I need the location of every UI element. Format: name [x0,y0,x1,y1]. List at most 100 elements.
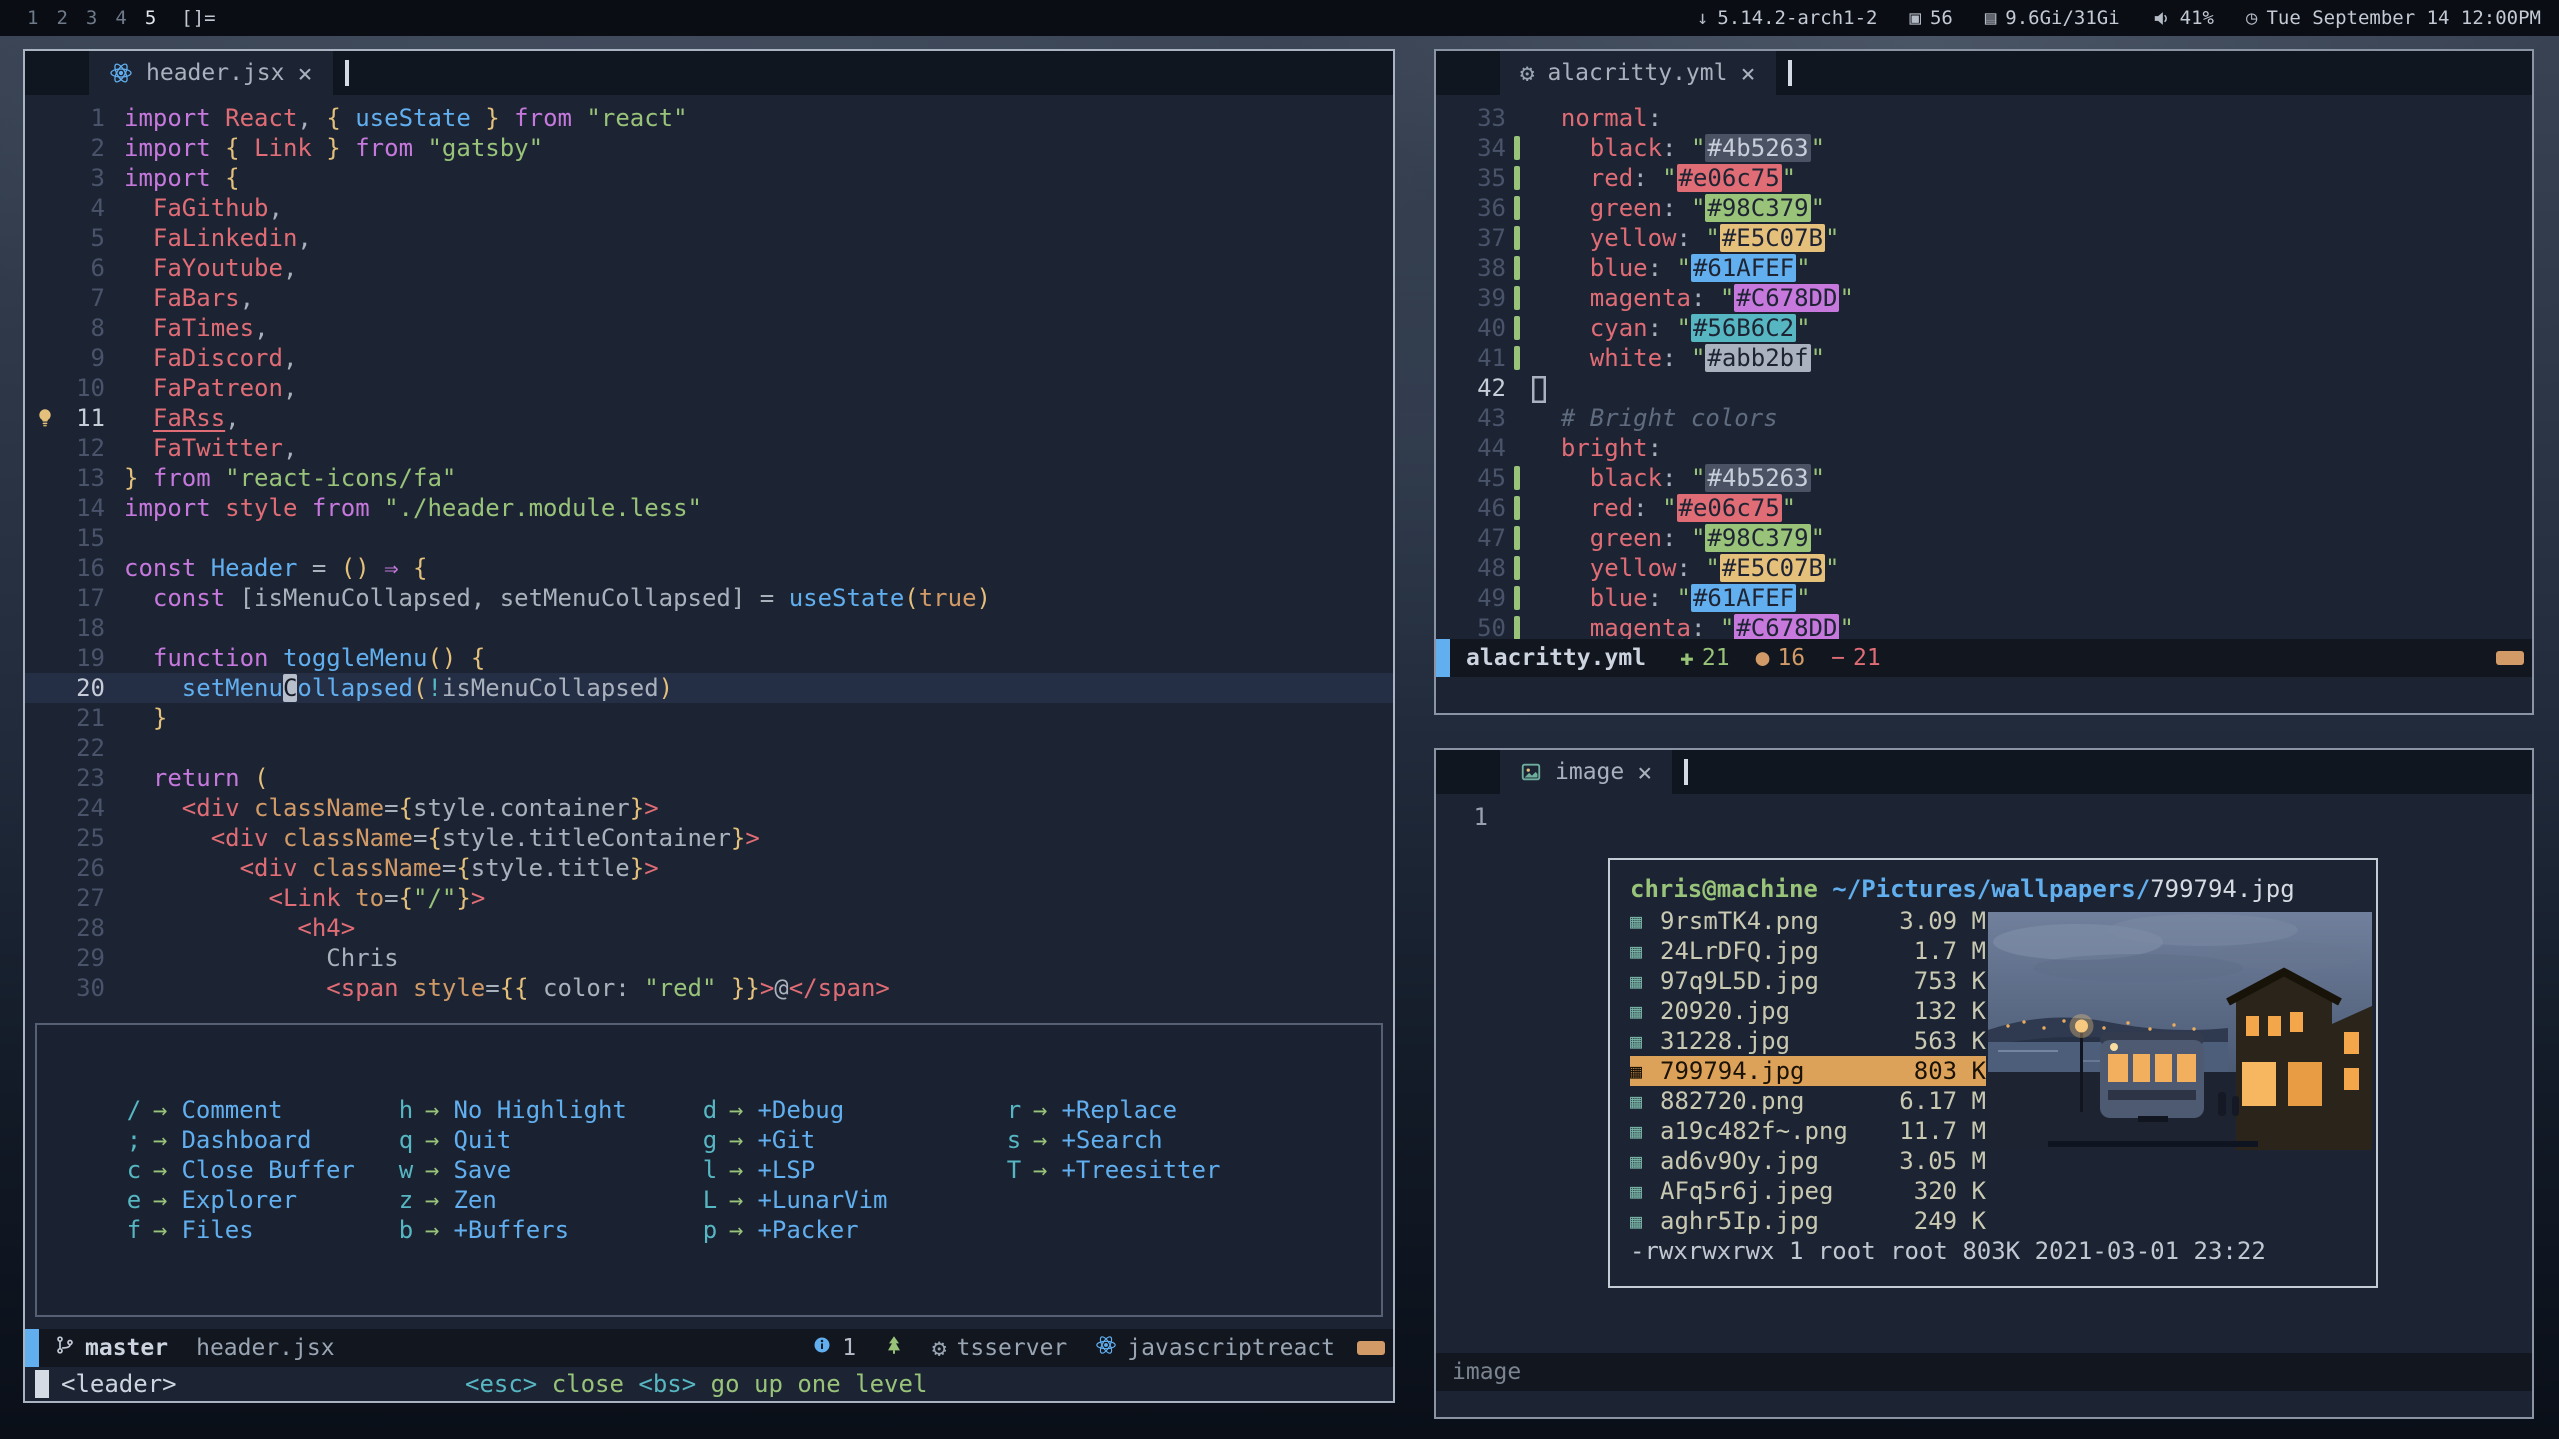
file-row[interactable]: ▦ad6v9Oy.jpg3.05 M [1630,1146,1986,1176]
whichkey-entry[interactable]: d→+Debug [701,1095,1005,1125]
file-row[interactable]: ▦20920.jpg132 K [1630,996,1986,1026]
whichkey-entry[interactable]: p→+Packer [701,1215,1005,1245]
whichkey-entry[interactable]: /→Comment [125,1095,397,1125]
git-changed-count: 16 [1777,645,1805,671]
file-row[interactable]: ▦24LrDFQ.jpg1.7 M [1630,936,1986,966]
whichkey-entry[interactable]: L→+LunarVim [701,1185,1005,1215]
code-line[interactable]: 28 <h4> [25,913,1393,943]
code-line[interactable]: 33 normal: [1436,103,2532,133]
code-line[interactable]: 23 return ( [25,763,1393,793]
whichkey-entry[interactable]: w→Save [397,1155,701,1185]
whichkey-entry[interactable]: l→+LSP [701,1155,1005,1185]
code-line[interactable]: 26 <div className={style.title}> [25,853,1393,883]
code-line[interactable]: 7 FaBars, [25,283,1393,313]
file-row[interactable]: ▦a19c482f~.png11.7 M [1630,1116,1986,1146]
code-line[interactable]: 18 [25,613,1393,643]
code-area-alacritty-yml[interactable]: 33 normal:34 black: "#4b5263"35 red: "#e… [1436,95,2532,639]
code-line[interactable]: 9 FaDiscord, [25,343,1393,373]
whichkey-entry[interactable]: b→+Buffers [397,1215,701,1245]
code-line[interactable]: 17 const [isMenuCollapsed, setMenuCollap… [25,583,1393,613]
code-line[interactable]: 11 FaRss, [25,403,1393,433]
workspace-3[interactable]: 3 [77,7,106,29]
file-row[interactable]: ▦882720.png6.17 M [1630,1086,1986,1116]
file-row[interactable]: ▦97q9L5D.jpg753 K [1630,966,1986,996]
code-line[interactable]: 47 green: "#98C379" [1436,523,2532,553]
code-line[interactable]: 4 FaGithub, [25,193,1393,223]
code-line[interactable]: 22 [25,733,1393,763]
code-line[interactable]: 40 cyan: "#56B6C2" [1436,313,2532,343]
file-row[interactable]: ▦9rsmTK4.png3.09 M [1630,906,1986,936]
file-row[interactable]: ▦799794.jpg803 K [1630,1056,1986,1086]
close-icon[interactable]: × [1637,758,1652,787]
tab-image[interactable]: image × [1500,750,1672,794]
workspace-1[interactable]: 1 [18,7,47,29]
code-line[interactable]: 38 blue: "#61AFEF" [1436,253,2532,283]
code-line[interactable]: 37 yellow: "#E5C07B" [1436,223,2532,253]
code-line[interactable]: 20 setMenuCollapsed(!isMenuCollapsed) [25,673,1393,703]
code-line[interactable]: 30 <span style={{ color: "red" }}>@</spa… [25,973,1393,1003]
code-line[interactable]: 27 <Link to={"/"}> [25,883,1393,913]
tab-alacritty-yml[interactable]: ⚙ alacritty.yml × [1500,51,1776,95]
code-line[interactable]: 49 blue: "#61AFEF" [1436,583,2532,613]
code-line[interactable]: 2import { Link } from "gatsby" [25,133,1393,163]
whichkey-entry[interactable]: r→+Replace [1005,1095,1381,1125]
code-line[interactable]: 39 magenta: "#C678DD" [1436,283,2532,313]
code-line[interactable]: 15 [25,523,1393,553]
code-line[interactable]: 3import { [25,163,1393,193]
close-icon[interactable]: × [297,59,312,88]
code-line[interactable]: 44 bright: [1436,433,2532,463]
code-line[interactable]: 24 <div className={style.container}> [25,793,1393,823]
whichkey-entry[interactable]: g→+Git [701,1125,1005,1155]
whichkey-entry[interactable]: c→Close Buffer [125,1155,397,1185]
gutter-sign [105,793,124,823]
whichkey-entry[interactable]: e→Explorer [125,1185,397,1215]
whichkey-entry[interactable]: ;→Dashboard [125,1125,397,1155]
code-line[interactable]: 35 red: "#e06c75" [1436,163,2532,193]
command-line[interactable] [1436,677,2532,713]
code-line[interactable]: 5 FaLinkedin, [25,223,1393,253]
code-line[interactable]: 29 Chris [25,943,1393,973]
cmdline-hint-part: close [537,1370,638,1398]
code-line[interactable]: 36 green: "#98C379" [1436,193,2532,223]
whichkey-entry[interactable]: q→Quit [397,1125,701,1155]
code-line[interactable]: 10 FaPatreon, [25,373,1393,403]
command-line[interactable]: <leader> <esc> close <bs> go up one leve… [25,1367,1393,1401]
code-line[interactable]: 43 # Bright colors [1436,403,2532,433]
terminal-content[interactable]: 1 chris@machine ~/Pictures/wallpapers/79… [1436,794,2532,1353]
whichkey-entry[interactable]: s→+Search [1005,1125,1381,1155]
whichkey-label: +Debug [757,1095,844,1125]
workspace-4[interactable]: 4 [106,7,135,29]
code-line[interactable]: 34 black: "#4b5263" [1436,133,2532,163]
code-line[interactable]: 41 white: "#abb2bf" [1436,343,2532,373]
code-line[interactable]: 42 [1436,373,2532,403]
file-row[interactable]: ▦31228.jpg563 K [1630,1026,1986,1056]
code-line[interactable]: 16const Header = () ⇒ { [25,553,1393,583]
code-line[interactable]: 8 FaTimes, [25,313,1393,343]
code-line[interactable]: 21 } [25,703,1393,733]
code-line[interactable]: 45 black: "#4b5263" [1436,463,2532,493]
code-line[interactable]: 1import React, { useState } from "react" [25,103,1393,133]
code-line[interactable]: 48 yellow: "#E5C07B" [1436,553,2532,583]
line-number: 15 [65,523,105,553]
code-line[interactable]: 19 function toggleMenu() { [25,643,1393,673]
whichkey-entry[interactable]: T→+Treesitter [1005,1155,1381,1185]
file-row[interactable]: ▦aghr5Ip.jpg249 K [1630,1206,1986,1236]
code-line[interactable]: 46 red: "#e06c75" [1436,493,2532,523]
code-line[interactable]: 50 magenta: "#C678DD" [1436,613,2532,639]
code-line[interactable]: 6 FaYoutube, [25,253,1393,283]
code-line[interactable]: 13} from "react-icons/fa" [25,463,1393,493]
line-number: 2 [65,133,105,163]
workspace-2[interactable]: 2 [47,7,76,29]
gutter-sign [25,433,65,463]
tab-header-jsx[interactable]: header.jsx × [89,51,333,95]
close-icon[interactable]: × [1740,59,1755,88]
whichkey-entry[interactable]: f→Files [125,1215,397,1245]
code-line[interactable]: 14import style from "./header.module.les… [25,493,1393,523]
workspace-5[interactable]: 5 [136,7,165,29]
whichkey-key: s [1005,1125,1023,1155]
whichkey-entry[interactable]: z→Zen [397,1185,701,1215]
code-line[interactable]: 12 FaTwitter, [25,433,1393,463]
code-line[interactable]: 25 <div className={style.titleContainer}… [25,823,1393,853]
file-row[interactable]: ▦AFq5r6j.jpeg320 K [1630,1176,1986,1206]
whichkey-entry[interactable]: h→No Highlight [397,1095,701,1125]
